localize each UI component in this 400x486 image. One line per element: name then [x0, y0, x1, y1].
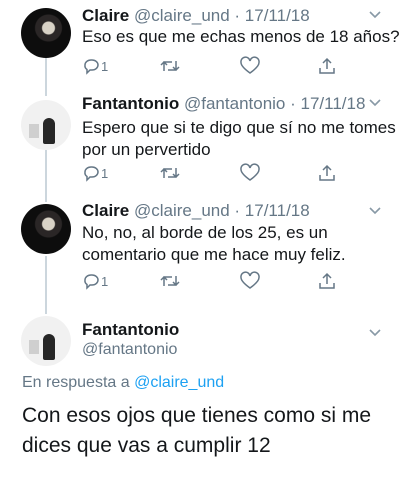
share-icon[interactable]: [318, 270, 336, 292]
chevron-down-icon[interactable]: [368, 98, 382, 108]
reply-button[interactable]: 1: [82, 162, 108, 184]
display-name[interactable]: Claire: [82, 6, 129, 25]
tweet-text-line: Con esos ojos que tienes como si me: [22, 404, 372, 427]
tweet-text-line: dices que vas a cumplir 12: [22, 434, 271, 457]
reply-count: 1: [101, 58, 109, 74]
tweet-text-line: comentario que me hace muy feliz.: [82, 245, 346, 264]
action-bar: 1: [82, 162, 342, 184]
retweet-icon[interactable]: [160, 270, 180, 292]
tweet[interactable]: Fantantonio @fantantonio · 17/11/18 Espe…: [0, 92, 400, 202]
reply-handle-link[interactable]: @claire_und: [134, 374, 224, 391]
timestamp[interactable]: 17/11/18: [245, 6, 310, 25]
tweet-header: Fantantonio @fantantonio · 17/11/18: [82, 94, 365, 114]
reply-count: 1: [101, 165, 109, 181]
action-bar: 1: [82, 270, 342, 292]
action-bar: 1: [82, 55, 342, 77]
share-icon[interactable]: [318, 55, 336, 77]
reply-count: 1: [101, 273, 109, 289]
tweet-header: Claire @claire_und · 17/11/18: [82, 6, 310, 26]
chevron-down-icon[interactable]: [368, 206, 382, 216]
tweet[interactable]: Claire @claire_und · 17/11/18 Eso es que…: [0, 0, 400, 92]
chevron-down-icon[interactable]: [368, 328, 382, 338]
tweet-text: Con esos ojos que tienes como si me dice…: [22, 401, 392, 461]
avatar[interactable]: [21, 316, 71, 366]
timestamp[interactable]: 17/11/18: [301, 94, 366, 113]
avatar[interactable]: [21, 8, 71, 58]
display-name[interactable]: Fantantonio: [82, 320, 179, 340]
timestamp[interactable]: 17/11/18: [245, 201, 310, 220]
tweet-text-line: Espero que si te digo que sí no me tomes: [82, 118, 396, 137]
handle[interactable]: @fantantonio: [82, 341, 177, 359]
tweet-text-line: No, no, al borde de los 25, es un: [82, 223, 328, 242]
tweet-header: Claire @claire_und · 17/11/18: [82, 201, 310, 221]
separator: ·: [229, 6, 245, 25]
share-icon[interactable]: [318, 162, 336, 184]
tweet[interactable]: Claire @claire_und · 17/11/18 No, no, al…: [0, 200, 400, 310]
tweet-text: Eso es que me echas menos de 18 años?: [82, 27, 400, 46]
display-name[interactable]: Fantantonio: [82, 94, 179, 113]
tweet-text: Espero que si te digo que sí no me tomes…: [82, 117, 396, 161]
handle[interactable]: @claire_und: [134, 6, 230, 25]
avatar[interactable]: [21, 100, 71, 150]
separator: ·: [229, 201, 245, 220]
reply-button[interactable]: 1: [82, 55, 108, 77]
like-icon[interactable]: [240, 162, 260, 184]
like-icon[interactable]: [240, 270, 260, 292]
display-name[interactable]: Claire: [82, 201, 129, 220]
reply-icon: [84, 59, 99, 75]
retweet-icon[interactable]: [160, 55, 180, 77]
avatar[interactable]: [21, 204, 71, 254]
tweet-text-line: por un pervertido: [82, 140, 211, 159]
retweet-icon[interactable]: [160, 162, 180, 184]
reply-context: En respuesta a @claire_und: [22, 374, 224, 392]
handle[interactable]: @fantantonio: [184, 94, 285, 113]
reply-button[interactable]: 1: [82, 270, 108, 292]
separator: ·: [285, 94, 301, 113]
chevron-down-icon[interactable]: [368, 10, 382, 20]
reply-icon: [84, 274, 99, 290]
reply-context-label: En respuesta a: [22, 374, 135, 391]
handle[interactable]: @claire_und: [134, 201, 230, 220]
like-icon[interactable]: [240, 55, 260, 77]
reply-icon: [84, 166, 99, 182]
main-tweet[interactable]: Fantantonio @fantantonio En respuesta a …: [0, 310, 400, 486]
tweet-text: No, no, al borde de los 25, es un coment…: [82, 222, 346, 266]
